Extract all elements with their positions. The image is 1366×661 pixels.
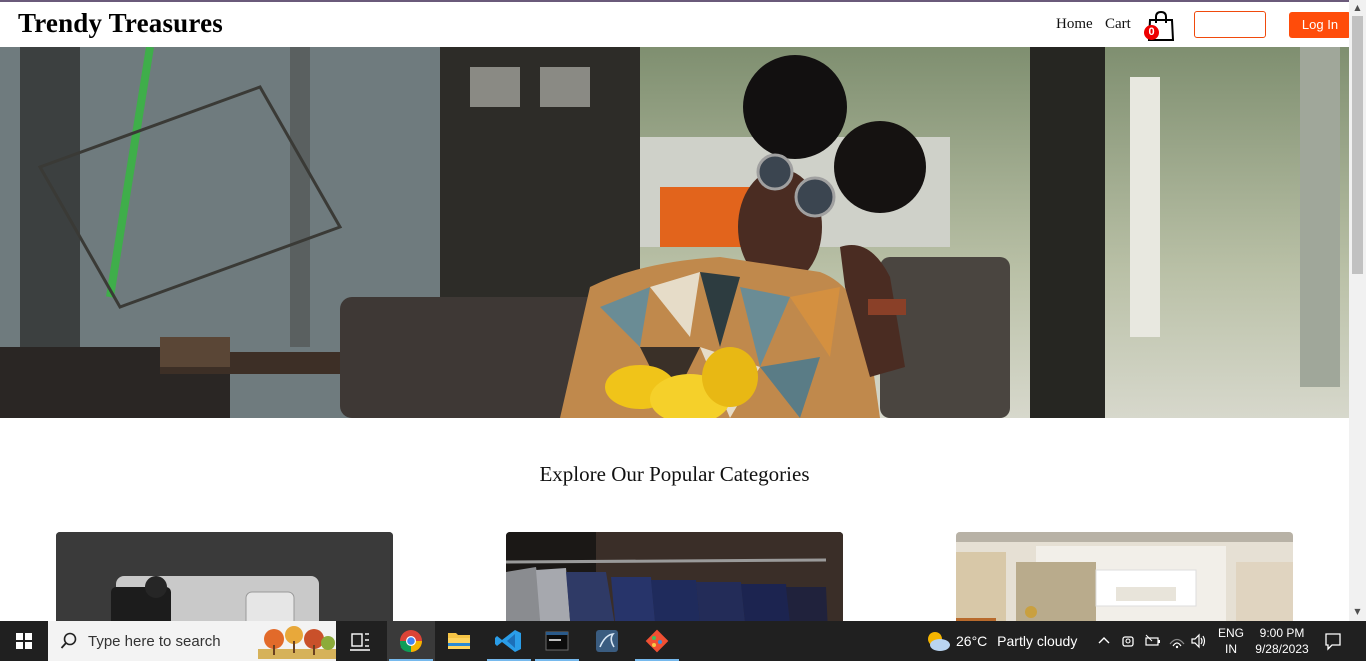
partly-cloudy-icon[interactable]: [924, 629, 952, 653]
hero-photo: [0, 47, 1349, 418]
weather-widget[interactable]: 26°C Partly cloudy: [956, 633, 1077, 649]
taskbar-search-box[interactable]: Type here to search: [48, 621, 336, 661]
taskbar-file-explorer[interactable]: [435, 621, 483, 661]
browser-viewport: Trendy Treasures Home Cart 0 Log In Expl…: [0, 0, 1366, 621]
chevron-up-icon[interactable]: [1096, 633, 1112, 649]
category-card-clothing[interactable]: [506, 532, 843, 621]
windows-logo-icon: [16, 633, 32, 649]
category-card-home-decor[interactable]: [956, 532, 1293, 621]
task-view-button[interactable]: [336, 621, 384, 661]
taskbar-mysql-workbench[interactable]: [583, 621, 631, 661]
clock-date: 9/28/2023: [1255, 642, 1309, 656]
language-region: IN: [1225, 642, 1237, 656]
meet-now-icon[interactable]: [1120, 632, 1138, 650]
search-icon: [60, 632, 77, 649]
wifi-icon[interactable]: [1168, 632, 1186, 650]
category-image-clothing: [506, 532, 843, 621]
file-explorer-icon: [448, 633, 470, 649]
nav-cart-link[interactable]: Cart: [1105, 16, 1131, 33]
autumn-trees-icon: [258, 626, 336, 659]
clock[interactable]: 9:00 PM 9/28/2023: [1250, 625, 1314, 657]
category-image-electronics: [56, 532, 393, 621]
mysql-workbench-icon: [596, 630, 618, 652]
git-icon: [645, 629, 669, 653]
login-button[interactable]: Log In: [1289, 12, 1351, 38]
language-indicator[interactable]: ENG IN: [1214, 625, 1248, 657]
category-image-home-decor: [956, 532, 1293, 621]
cart-count-badge: 0: [1144, 25, 1159, 40]
categories-heading: Explore Our Popular Categories: [539, 462, 810, 486]
scroll-down-icon[interactable]: ▼: [1352, 606, 1363, 618]
scrollbar-thumb[interactable]: [1352, 16, 1363, 274]
taskbar-terminal[interactable]: [533, 621, 581, 661]
search-placeholder: Type here to search: [88, 633, 221, 650]
clock-time: 9:00 PM: [1259, 626, 1305, 640]
volume-icon[interactable]: [1190, 632, 1208, 650]
weather-condition: Partly cloudy: [997, 633, 1078, 649]
task-view-icon: [350, 633, 370, 651]
taskbar-git[interactable]: [633, 621, 681, 661]
scroll-up-icon[interactable]: ▲: [1352, 2, 1363, 14]
site-navbar: Trendy Treasures Home Cart 0 Log In: [0, 2, 1351, 47]
terminal-icon: [545, 631, 569, 651]
taskbar-chrome[interactable]: [387, 621, 435, 661]
notifications-icon[interactable]: [1323, 631, 1343, 651]
vscode-icon: [495, 630, 521, 652]
language-code: ENG: [1217, 626, 1244, 640]
nav-home-link[interactable]: Home: [1056, 16, 1093, 33]
hero-banner-image: [0, 47, 1349, 418]
battery-icon[interactable]: [1144, 632, 1162, 650]
category-card-electronics[interactable]: [56, 532, 393, 621]
taskbar-vscode[interactable]: [485, 621, 533, 661]
signup-button[interactable]: [1194, 11, 1266, 38]
chrome-icon: [399, 630, 422, 653]
weather-temperature: 26°C: [956, 633, 988, 649]
windows-start-button[interactable]: [0, 621, 48, 661]
brand-logo[interactable]: Trendy Treasures: [18, 8, 223, 39]
windows-taskbar: Type here to search 26°C Partly cloudy E…: [0, 621, 1366, 661]
